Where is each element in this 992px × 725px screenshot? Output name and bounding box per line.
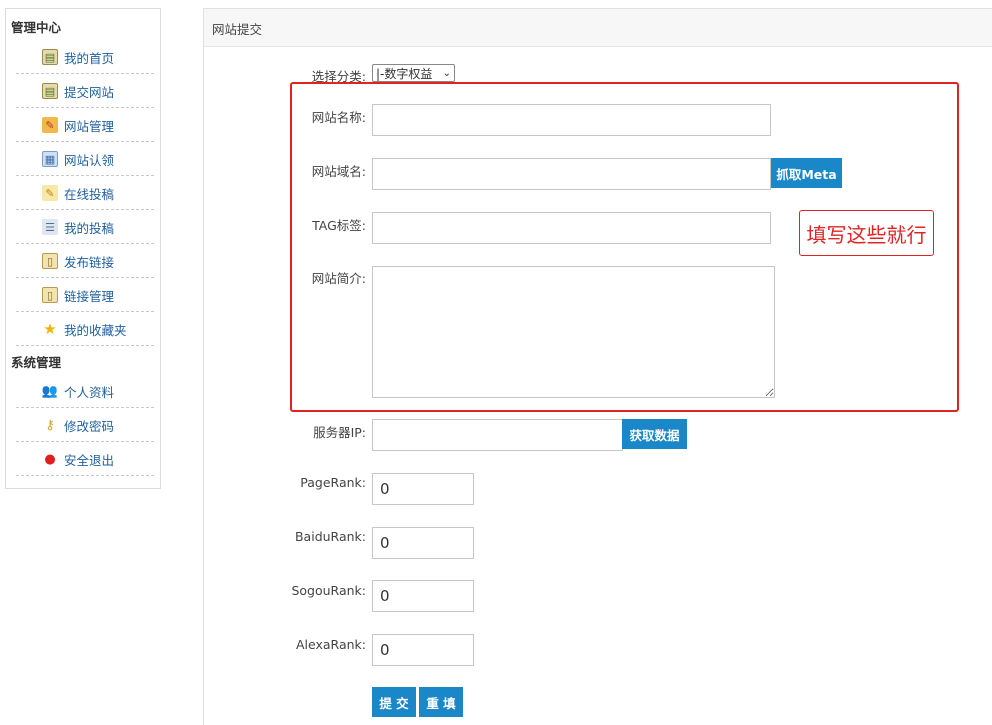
alexarank-label: AlexaRank: bbox=[296, 637, 366, 652]
site-domain-label: 网站域名: bbox=[311, 164, 366, 179]
sogourank-label: SogouRank: bbox=[291, 583, 366, 598]
panel-header: 网站提交 bbox=[204, 9, 992, 47]
pagerank-label: PageRank: bbox=[300, 475, 366, 490]
sidebar-item-favorites[interactable]: ★ 我的收藏夹 bbox=[16, 313, 154, 346]
sogourank-input[interactable] bbox=[372, 580, 474, 612]
baidurank-input[interactable] bbox=[372, 527, 474, 559]
sidebar-item-label: 发布链接 bbox=[64, 254, 115, 270]
clipboard-icon: ▤ bbox=[42, 83, 58, 99]
section-title-system: 系统管理 bbox=[11, 355, 62, 370]
sidebar-item-link-manage[interactable]: ▯ 链接管理 bbox=[16, 279, 154, 312]
clipboard-icon: ▤ bbox=[42, 49, 58, 65]
site-name-label: 网站名称: bbox=[311, 110, 366, 125]
sidebar-item-my-posts[interactable]: ☰ 我的投稿 bbox=[16, 211, 154, 244]
sidebar-item-label: 我的首页 bbox=[64, 50, 115, 66]
intro-textarea[interactable] bbox=[372, 266, 775, 398]
server-ip-input[interactable] bbox=[372, 419, 623, 451]
stack-icon: ☰ bbox=[42, 219, 58, 235]
pagerank-input[interactable] bbox=[372, 473, 474, 505]
chevron-down-icon: ⌄ bbox=[442, 67, 451, 79]
server-ip-label: 服务器IP: bbox=[313, 425, 366, 440]
sidebar-item-site-manage[interactable]: ✎ 网站管理 bbox=[16, 109, 154, 142]
sidebar: 管理中心 ▤ 我的首页 ▤ 提交网站 ✎ 网站管理 ▦ 网站认领 ✎ 在线投稿 … bbox=[5, 8, 161, 489]
sidebar-item-label: 安全退出 bbox=[64, 452, 115, 468]
sidebar-item-label: 网站管理 bbox=[64, 118, 115, 134]
fetch-data-button[interactable]: 获取数据 bbox=[622, 419, 687, 449]
alexarank-input[interactable] bbox=[372, 634, 474, 666]
key-icon: ⚷ bbox=[45, 417, 55, 433]
panel-title: 网站提交 bbox=[212, 22, 263, 37]
site-name-input[interactable] bbox=[372, 104, 771, 136]
intro-label: 网站简介: bbox=[311, 271, 366, 286]
category-select[interactable]: |-数字权益 ⌄ bbox=[372, 64, 455, 82]
pencil-note-icon: ✎ bbox=[42, 185, 58, 201]
baidurank-label: BaiduRank: bbox=[294, 529, 366, 544]
folder-edit-icon: ✎ bbox=[42, 117, 58, 133]
sidebar-item-label: 我的收藏夹 bbox=[64, 322, 127, 338]
sidebar-item-logout[interactable]: ● 安全退出 bbox=[16, 443, 154, 476]
users-icon: 👥 bbox=[41, 383, 59, 399]
sidebar-item-label: 链接管理 bbox=[64, 288, 115, 304]
document-icon: ▯ bbox=[42, 253, 58, 269]
sidebar-item-online-post[interactable]: ✎ 在线投稿 bbox=[16, 177, 154, 210]
sidebar-item-label: 在线投稿 bbox=[64, 186, 115, 202]
category-selected-value: |-数字权益 bbox=[376, 66, 433, 81]
site-domain-input[interactable] bbox=[372, 158, 771, 190]
sidebar-item-site-claim[interactable]: ▦ 网站认领 bbox=[16, 143, 154, 176]
sidebar-item-submit-site[interactable]: ▤ 提交网站 bbox=[16, 75, 154, 108]
sidebar-item-label: 我的投稿 bbox=[64, 220, 115, 236]
document-icon: ▯ bbox=[42, 287, 58, 303]
sidebar-item-profile[interactable]: 👥 个人资料 bbox=[16, 375, 154, 408]
sidebar-item-label: 修改密码 bbox=[64, 418, 115, 434]
section-title-management: 管理中心 bbox=[11, 20, 62, 35]
fetch-meta-button[interactable]: 抓取Meta bbox=[771, 158, 842, 188]
sidebar-item-label: 网站认领 bbox=[64, 152, 115, 168]
star-icon: ★ bbox=[43, 319, 57, 338]
sidebar-item-publish-link[interactable]: ▯ 发布链接 bbox=[16, 245, 154, 278]
annotation-callout: 填写这些就行 bbox=[799, 210, 934, 256]
sidebar-item-change-password[interactable]: ⚷ 修改密码 bbox=[16, 409, 154, 442]
category-label: 选择分类: bbox=[311, 69, 366, 84]
image-icon: ▦ bbox=[42, 151, 58, 167]
tags-input[interactable] bbox=[372, 212, 771, 244]
sidebar-item-label: 个人资料 bbox=[64, 384, 115, 400]
power-icon: ● bbox=[44, 451, 56, 467]
sidebar-item-label: 提交网站 bbox=[64, 84, 115, 100]
tags-label: TAG标签: bbox=[312, 218, 366, 233]
sidebar-item-home[interactable]: ▤ 我的首页 bbox=[16, 41, 154, 74]
reset-button[interactable]: 重 填 bbox=[419, 687, 463, 717]
submit-button[interactable]: 提 交 bbox=[372, 687, 416, 717]
